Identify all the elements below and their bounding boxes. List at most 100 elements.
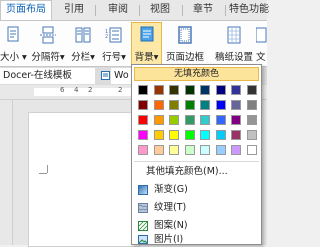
- color-swatch[interactable]: [153, 100, 164, 110]
- color-swatch[interactable]: [169, 145, 179, 155]
- color-swatch[interactable]: [246, 115, 257, 125]
- texture-option[interactable]: 纹理(T): [134, 200, 259, 216]
- color-swatch[interactable]: [169, 115, 179, 125]
- page-border-button[interactable]: 页面边框: [165, 24, 205, 64]
- color-swatch[interactable]: [138, 85, 148, 95]
- page-break-icon: [40, 26, 56, 44]
- tab-special-features[interactable]: 特色功能: [227, 0, 271, 20]
- color-swatch[interactable]: [169, 100, 179, 110]
- text-direction-label: 文: [256, 52, 266, 63]
- tab-page-layout[interactable]: 页面布局: [0, 0, 52, 20]
- color-swatch[interactable]: [200, 145, 210, 155]
- doc-tab-label: Wo: [114, 70, 129, 81]
- ruler-number: 2: [88, 86, 93, 94]
- color-swatch[interactable]: [215, 115, 226, 125]
- color-swatch[interactable]: [169, 130, 179, 140]
- color-swatch[interactable]: [153, 130, 164, 140]
- tab-separator: [139, 5, 140, 16]
- color-swatch[interactable]: [215, 145, 226, 155]
- more-fill-colors-option[interactable]: 其他填充颜色(M)...: [134, 164, 259, 180]
- page-background-icon: [140, 26, 153, 42]
- color-swatch[interactable]: [184, 145, 195, 155]
- more-fill-colors-label: 其他填充颜色(M)...: [146, 166, 228, 177]
- size-button[interactable]: 大小 ▾: [0, 24, 27, 64]
- ruler-number: 2: [118, 86, 123, 94]
- tab-review[interactable]: 审阅: [99, 0, 137, 20]
- tab-separator: [225, 5, 226, 16]
- picture-option[interactable]: 图片(I): [134, 235, 259, 245]
- color-swatch[interactable]: [153, 115, 164, 125]
- color-swatch[interactable]: [200, 115, 210, 125]
- no-fill-color-option[interactable]: 无填充颜色: [134, 67, 259, 81]
- color-swatch[interactable]: [231, 130, 241, 140]
- color-swatch[interactable]: [215, 85, 226, 95]
- color-swatch[interactable]: [138, 130, 148, 140]
- picture-icon: [138, 235, 148, 244]
- size-label: 大小 ▾: [0, 52, 27, 63]
- color-swatch[interactable]: [200, 85, 210, 95]
- margin-corner-mark: [39, 173, 47, 174]
- color-swatch[interactable]: [200, 130, 210, 140]
- page-border-label: 页面边框: [165, 52, 204, 63]
- color-swatch[interactable]: [231, 100, 241, 110]
- document-page[interactable]: [28, 112, 140, 247]
- draft-setting-label: 稿纸设置: [214, 52, 253, 63]
- texture-icon: [138, 203, 148, 213]
- color-swatch[interactable]: [215, 130, 226, 140]
- svg-text:2: 2: [105, 34, 108, 40]
- color-swatch[interactable]: [246, 145, 257, 155]
- line-number-icon: 1 2: [105, 27, 122, 43]
- gradient-label: 渐变(G): [154, 184, 188, 195]
- color-swatch[interactable]: [231, 85, 241, 95]
- tab-section[interactable]: 章节: [184, 0, 222, 20]
- tab-separator: [182, 5, 183, 16]
- columns-icon: [75, 27, 91, 43]
- ribbon-tab-bar: 页面布局 引用 审阅 视图 章节 特色功能: [0, 0, 269, 21]
- color-swatch[interactable]: [138, 145, 148, 155]
- tab-view[interactable]: 视图: [141, 0, 179, 20]
- ribbon-toolbar: 大小 ▾ 分隔符▾ 分栏▾ 1 2 行号▾ 背景▾ 页面边框 稿纸设置 文: [0, 21, 267, 66]
- background-button[interactable]: 背景▾: [131, 22, 162, 65]
- color-swatch[interactable]: [153, 85, 164, 95]
- gradient-icon: [138, 185, 148, 195]
- vertical-ruler[interactable]: [0, 100, 13, 245]
- columns-button[interactable]: 分栏▾: [69, 24, 97, 64]
- margin-corner-mark: [47, 165, 48, 173]
- tab-references[interactable]: 引用: [55, 0, 93, 20]
- color-swatch[interactable]: [169, 85, 179, 95]
- background-label: 背景▾: [134, 52, 159, 63]
- menu-separator: [134, 161, 259, 162]
- pattern-label: 图案(N): [154, 220, 188, 231]
- draft-paper-icon: [227, 26, 241, 44]
- ruler-number: 6: [60, 86, 65, 94]
- color-swatch[interactable]: [184, 130, 195, 140]
- page-border-icon: [178, 26, 192, 44]
- background-dropdown: 无填充颜色 其他填充颜色(M)... 渐变(G) 纹理(T) 图案(N) 图片(…: [131, 64, 262, 245]
- doc-tab-word[interactable]: Wo: [111, 68, 133, 84]
- color-swatch[interactable]: [231, 145, 241, 155]
- draft-setting-button[interactable]: 稿纸设置: [214, 24, 254, 64]
- color-swatch[interactable]: [246, 130, 257, 140]
- pattern-option[interactable]: 图案(N): [134, 218, 259, 234]
- color-swatch[interactable]: [184, 115, 195, 125]
- color-swatch[interactable]: [200, 100, 210, 110]
- color-swatch[interactable]: [231, 115, 241, 125]
- document-icon: [101, 71, 110, 80]
- color-swatch[interactable]: [184, 100, 195, 110]
- color-swatch[interactable]: [138, 100, 148, 110]
- color-swatch[interactable]: [184, 85, 195, 95]
- picture-label: 图片(I): [154, 234, 184, 245]
- ruler-number: 4: [74, 86, 79, 94]
- separator-button[interactable]: 分隔符▾: [30, 24, 66, 64]
- color-swatch[interactable]: [246, 100, 257, 110]
- color-swatch[interactable]: [246, 85, 257, 95]
- color-swatch[interactable]: [215, 100, 226, 110]
- pattern-icon: [138, 221, 148, 231]
- doc-tab-docer[interactable]: Docer-在线模板: [0, 68, 95, 84]
- line-number-button[interactable]: 1 2 行号▾: [99, 24, 129, 64]
- gradient-option[interactable]: 渐变(G): [134, 182, 259, 198]
- columns-label: 分栏▾: [71, 52, 95, 63]
- text-direction-button[interactable]: 文: [256, 24, 267, 64]
- color-swatch[interactable]: [153, 145, 164, 155]
- color-swatch[interactable]: [138, 115, 148, 125]
